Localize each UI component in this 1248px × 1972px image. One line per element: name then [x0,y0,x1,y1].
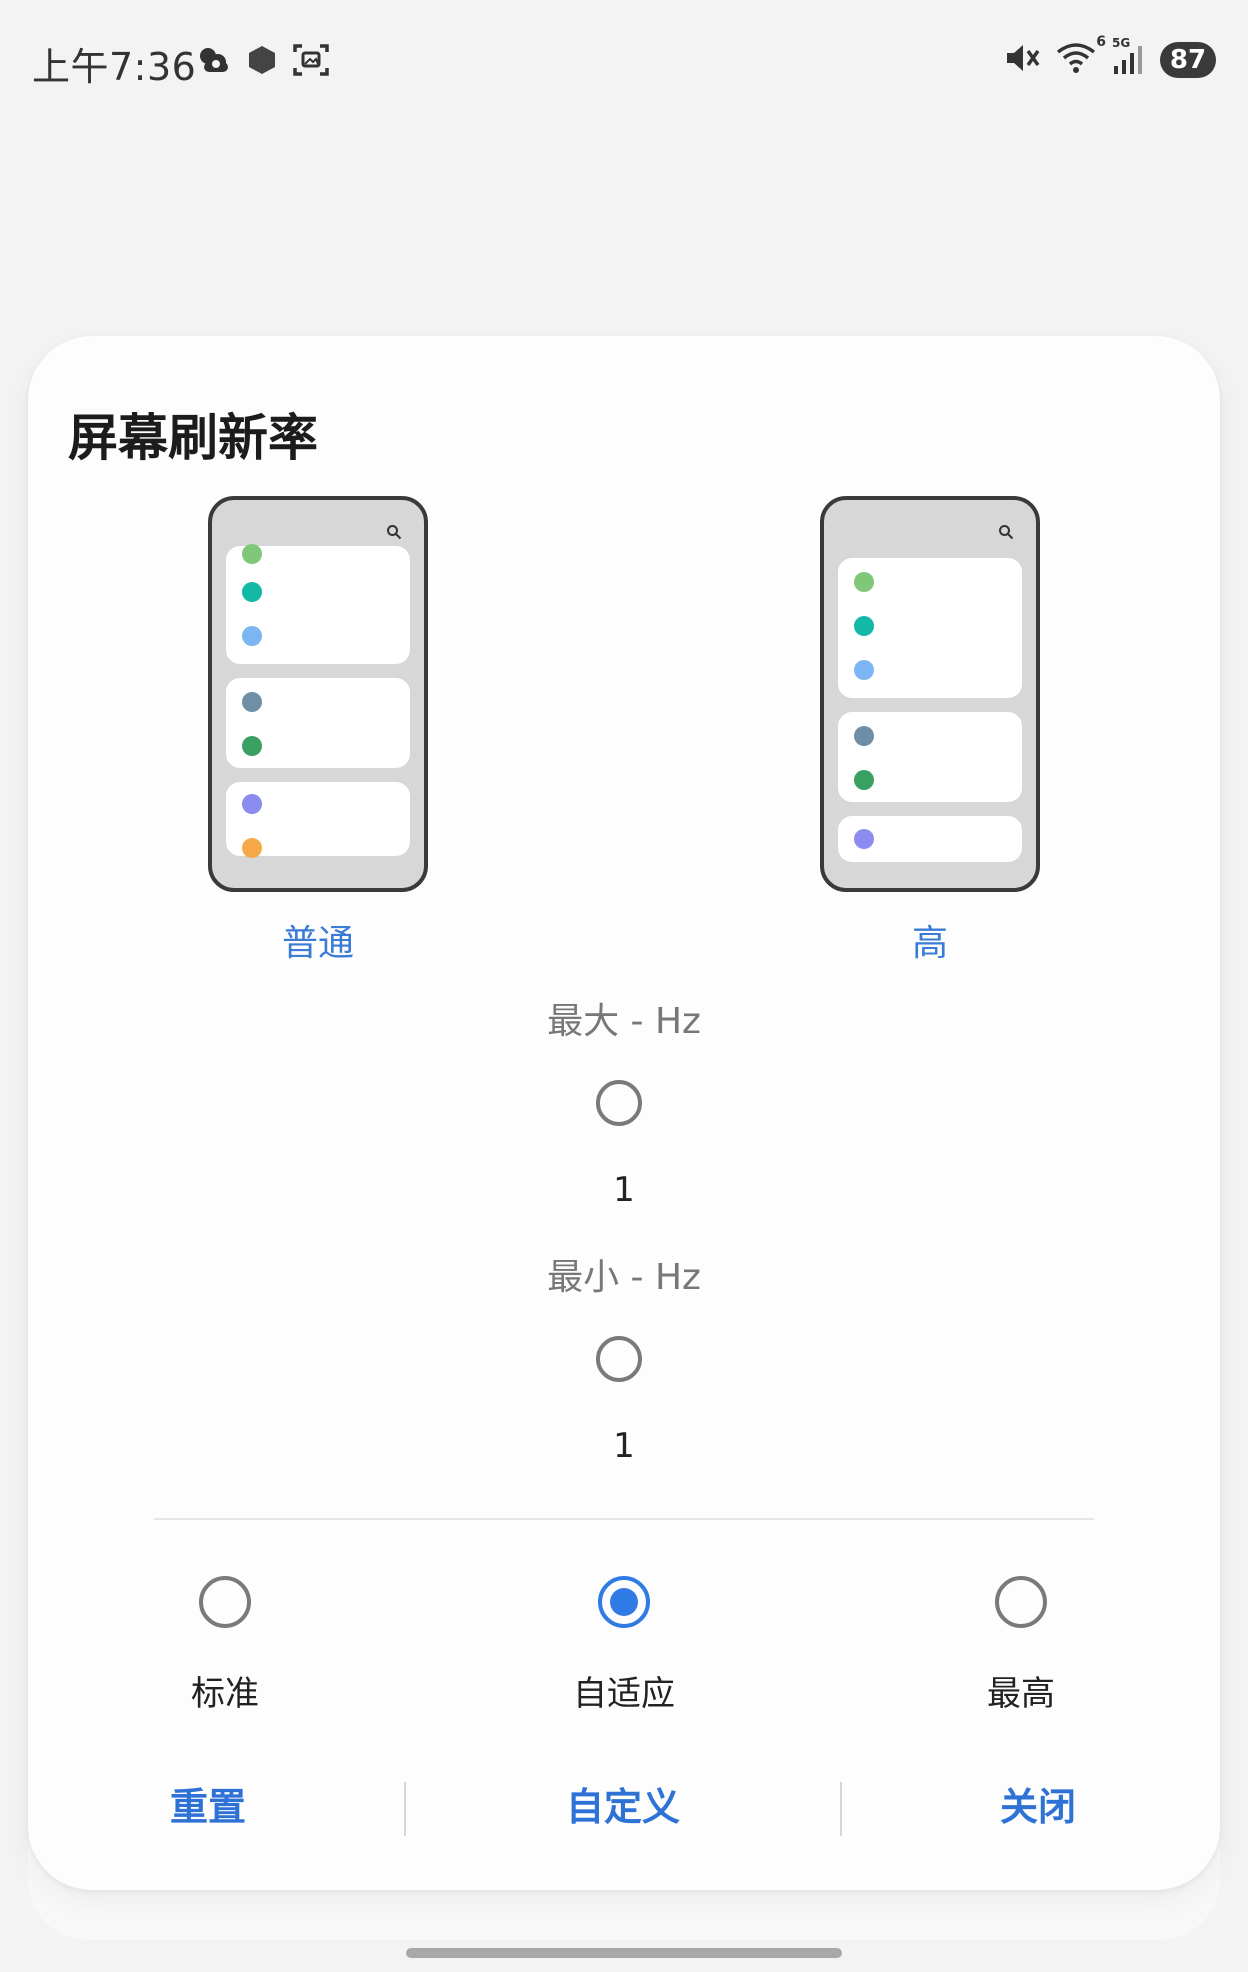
dialog-actions: 重置 自定义 关闭 [28,1776,1220,1856]
preview-high[interactable]: 高 [820,496,1040,966]
preview-card [838,558,1022,698]
home-indicator[interactable] [406,1948,842,1958]
phone-mockup-normal [208,496,428,892]
min-hz-value: 1 [613,1426,635,1466]
mode-option-adaptive[interactable]: 自适应 [534,1576,714,1715]
color-dot [242,544,262,564]
color-dot [242,838,262,858]
color-dot [242,692,262,712]
mode-radio-highest[interactable] [995,1576,1047,1628]
network-type: 5G [1112,36,1131,50]
action-separator [840,1782,842,1836]
min-hz-label: 最小 - Hz [547,1257,701,1298]
color-dot [854,660,874,680]
color-dot [854,829,874,849]
mode-option-highest[interactable]: 最高 [931,1576,1111,1715]
color-dot [242,582,262,602]
preview-cards [838,558,1022,876]
preview-card [226,678,410,768]
mode-radio-standard[interactable] [199,1576,251,1628]
weather-icon [196,44,232,80]
max-hz-value: 1 [613,1170,635,1210]
close-button[interactable]: 关闭 [1000,1776,1076,1831]
battery-indicator: 87 [1160,42,1216,78]
custom-button[interactable]: 自定义 [566,1776,680,1831]
preview-card [226,544,410,664]
search-icon [387,525,402,540]
color-dot [242,626,262,646]
action-separator [404,1782,406,1836]
dialog-title: 屏幕刷新率 [68,409,318,467]
vpn-hex-icon [246,44,278,80]
mode-option-standard[interactable]: 标准 [135,1576,315,1715]
min-hz-radio[interactable] [596,1336,642,1382]
search-icon [999,525,1014,540]
preview-normal[interactable]: 普通 [208,496,428,966]
status-left-icons [196,42,330,82]
mute-icon [1004,40,1042,80]
mode-label-adaptive: 自适应 [573,1674,675,1714]
color-dot [854,616,874,636]
max-hz-radio[interactable] [596,1080,642,1126]
mode-label-highest: 最高 [987,1674,1055,1714]
wifi-icon: 6 [1054,34,1106,80]
status-right-icons: 6 5G 87 [1004,34,1216,80]
divider [154,1518,1094,1520]
preview-cards [226,544,410,870]
color-dot [854,726,874,746]
preview-card [838,816,1022,862]
refresh-rate-dialog: 屏幕刷新率 普通 高 最大 - Hz 1 最小 - Hz 1 标准 自适应 最高… [28,336,1220,1890]
max-hz-label: 最大 - Hz [547,1001,701,1042]
preview-card [838,712,1022,802]
reset-button[interactable]: 重置 [170,1776,246,1831]
preview-card [226,782,410,858]
status-time: 上午7:36 [32,45,197,89]
color-dot [854,572,874,592]
wifi-badge: 6 [1096,34,1106,50]
mode-radio-adaptive[interactable] [598,1576,650,1628]
color-dot [242,736,262,756]
mode-label-standard: 标准 [191,1674,259,1714]
status-bar: 上午7:36 6 5G 87 [0,0,1248,124]
phone-mockup-high [820,496,1040,892]
signal-icon: 5G [1112,36,1148,80]
preview-label-normal: 普通 [281,923,354,964]
screenshot-icon [292,42,330,82]
color-dot [854,770,874,790]
color-dot [242,794,262,814]
preview-label-high: 高 [911,923,948,964]
